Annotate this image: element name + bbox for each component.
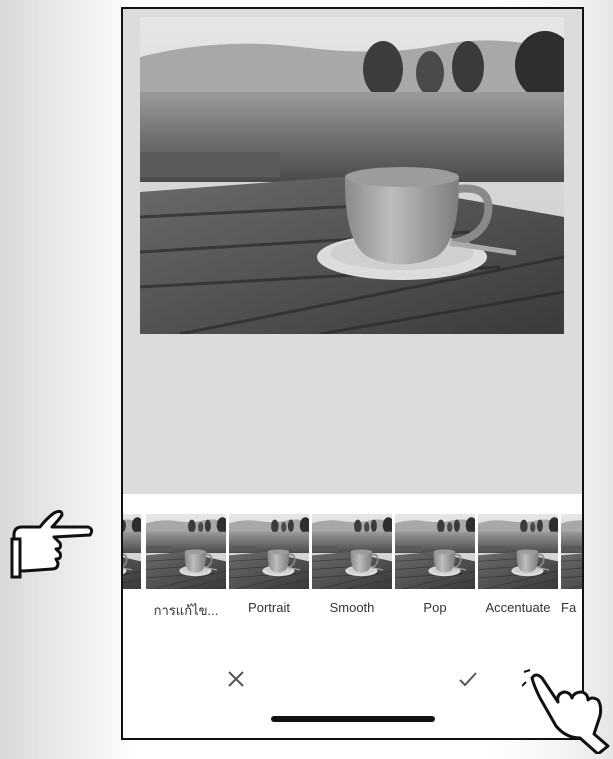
- pointing-hand-icon: [6, 505, 96, 590]
- filter-label: Accentuate: [485, 600, 551, 615]
- filter-pop[interactable]: Pop: [395, 514, 475, 615]
- filter-thumbnail: [146, 514, 226, 589]
- filter-thumb-partial[interactable]: [121, 514, 141, 614]
- filter-strip[interactable]: การแก้ไข... Portrait Smooth Pop Accentua…: [123, 494, 582, 642]
- close-icon: [228, 671, 244, 687]
- filter-thumbnail: [121, 514, 141, 589]
- main-photo: [140, 17, 564, 334]
- filter-label: Fa: [561, 600, 577, 615]
- filter-smooth[interactable]: Smooth: [312, 514, 392, 615]
- phone-screen: การแก้ไข... Portrait Smooth Pop Accentua…: [121, 7, 584, 740]
- home-indicator[interactable]: [271, 716, 435, 722]
- filter-thumbnail: [478, 514, 558, 589]
- check-icon: [459, 672, 477, 687]
- action-bar: [123, 642, 582, 738]
- confirm-button[interactable]: [453, 664, 483, 694]
- filter-fa[interactable]: Fa: [561, 514, 584, 615]
- filter-auto-edit[interactable]: การแก้ไข...: [146, 514, 226, 618]
- filter-thumbnail: [229, 514, 309, 589]
- filter-thumbnail: [395, 514, 475, 589]
- cancel-button[interactable]: [221, 664, 251, 694]
- tapping-hand-icon: [521, 668, 612, 759]
- filter-thumbnail: [561, 514, 584, 589]
- filter-portrait[interactable]: Portrait: [229, 514, 309, 615]
- filter-thumbnail: [312, 514, 392, 589]
- filter-accentuate[interactable]: Accentuate: [478, 514, 558, 615]
